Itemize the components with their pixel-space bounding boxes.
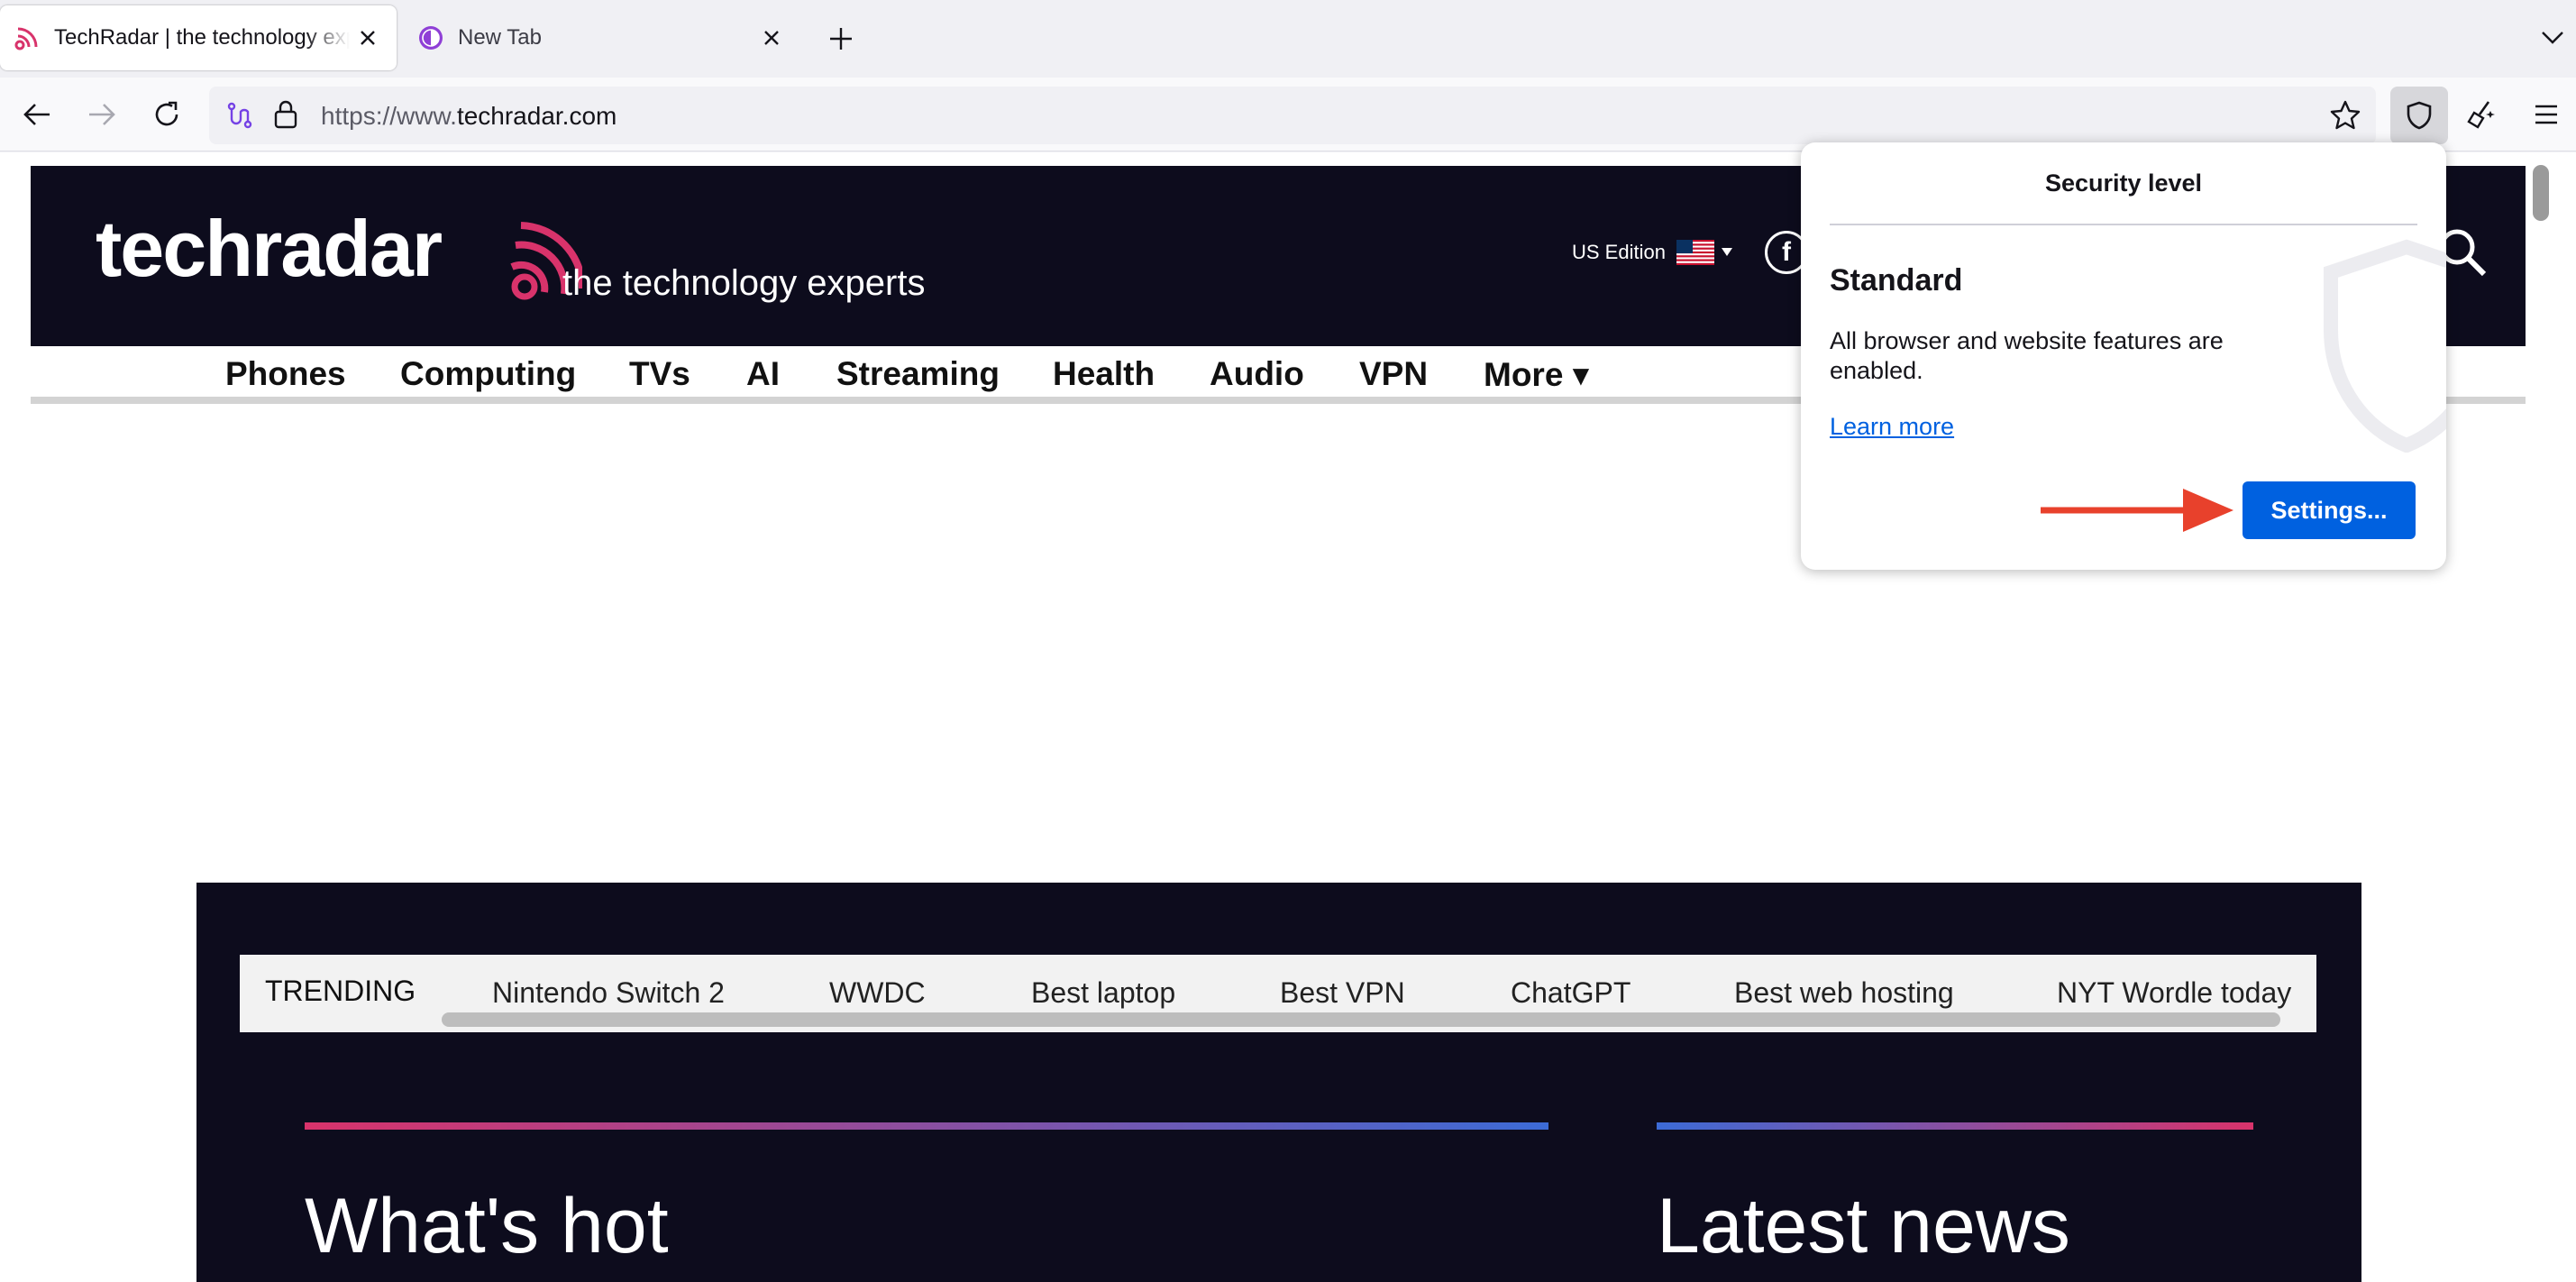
trending-bar: TRENDING Nintendo Switch 2 WWDC Best lap… bbox=[240, 955, 2316, 1032]
learn-more-link[interactable]: Learn more bbox=[1830, 413, 1954, 441]
security-level-name: Standard bbox=[1830, 263, 1963, 298]
navigation-toolbar: https://www.techradar.com bbox=[0, 78, 2576, 151]
back-button[interactable] bbox=[14, 92, 59, 137]
security-level-description: All browser and website features are ena… bbox=[1830, 327, 2224, 384]
trending-item[interactable]: NYT Wordle today bbox=[2057, 976, 2291, 1010]
shield-icon bbox=[2324, 239, 2446, 453]
reload-button[interactable] bbox=[144, 92, 189, 137]
tab-title: TechRadar | the technology experts bbox=[54, 25, 350, 50]
nav-more[interactable]: More ▾ bbox=[1484, 355, 1589, 394]
url-host: techradar.com bbox=[456, 102, 617, 130]
broom-sparkle-icon bbox=[2467, 101, 2495, 129]
us-flag-icon bbox=[1676, 240, 1714, 265]
logo-text: techradar bbox=[96, 213, 442, 293]
tab-title: New Tab bbox=[458, 25, 542, 50]
trending-scrollbar[interactable] bbox=[442, 1012, 2280, 1027]
reload-icon bbox=[155, 101, 178, 126]
url-bar[interactable]: https://www.techradar.com bbox=[209, 87, 2376, 144]
site-tagline: the technology experts bbox=[562, 263, 926, 303]
trending-item[interactable]: Best laptop bbox=[1031, 976, 1175, 1010]
page-scrollbar[interactable] bbox=[2533, 165, 2549, 221]
trending-label: TRENDING bbox=[265, 975, 416, 1007]
new-tab-button[interactable] bbox=[822, 20, 860, 58]
back-arrow-icon bbox=[23, 104, 50, 125]
tab-strip: TechRadar | the technology experts New T… bbox=[0, 0, 2576, 78]
close-icon[interactable] bbox=[754, 20, 790, 56]
chevron-down-icon bbox=[2542, 32, 2563, 44]
tor-circuit-icon[interactable] bbox=[225, 101, 254, 130]
nav-ai[interactable]: AI bbox=[746, 355, 780, 393]
annotation-arrow-icon bbox=[2041, 489, 2233, 532]
nav-audio[interactable]: Audio bbox=[1210, 355, 1304, 393]
url-text[interactable]: https://www.techradar.com bbox=[321, 102, 617, 131]
nav-tvs[interactable]: TVs bbox=[629, 355, 690, 393]
security-level-popup: Security level Standard All browser and … bbox=[1801, 142, 2446, 570]
shield-icon bbox=[2407, 101, 2432, 130]
bookmark-star-icon[interactable] bbox=[2329, 99, 2361, 132]
nav-health[interactable]: Health bbox=[1053, 355, 1155, 393]
latest-news-heading: Latest news bbox=[1657, 1183, 2070, 1269]
settings-button[interactable]: Settings... bbox=[2243, 481, 2416, 539]
techradar-logo[interactable]: techradar bbox=[96, 213, 582, 303]
trending-item[interactable]: WWDC bbox=[829, 976, 926, 1010]
nav-streaming[interactable]: Streaming bbox=[836, 355, 1000, 393]
security-level-button[interactable] bbox=[2390, 87, 2448, 144]
list-all-tabs-button[interactable] bbox=[2535, 20, 2571, 56]
whats-hot-heading: What's hot bbox=[305, 1183, 669, 1269]
plus-icon bbox=[830, 28, 852, 50]
divider bbox=[1830, 224, 2417, 225]
close-icon[interactable] bbox=[350, 20, 386, 56]
rss-icon bbox=[14, 27, 38, 50]
tor-onion-icon bbox=[419, 26, 443, 50]
forward-button[interactable] bbox=[79, 92, 124, 137]
trending-item[interactable]: Best web hosting bbox=[1734, 976, 1954, 1010]
popup-title: Security level bbox=[2044, 169, 2203, 197]
featured-section: TRENDING Nintendo Switch 2 WWDC Best lap… bbox=[196, 883, 2361, 1282]
edition-label: US Edition bbox=[1572, 241, 1666, 263]
nav-phones[interactable]: Phones bbox=[225, 355, 346, 393]
lock-icon[interactable] bbox=[272, 99, 299, 130]
url-prefix: https://www. bbox=[321, 102, 457, 130]
app-menu-button[interactable] bbox=[2524, 92, 2569, 137]
new-identity-button[interactable] bbox=[2459, 92, 2504, 137]
nav-vpn[interactable]: VPN bbox=[1359, 355, 1428, 393]
tab-new-tab[interactable]: New Tab bbox=[404, 5, 800, 70]
trending-item[interactable]: ChatGPT bbox=[1511, 976, 1631, 1010]
hamburger-menu-icon bbox=[2535, 105, 2557, 124]
trending-item[interactable]: Nintendo Switch 2 bbox=[492, 976, 725, 1010]
caret-down-icon bbox=[1721, 248, 1732, 256]
edition-selector[interactable]: US Edition bbox=[1572, 240, 1732, 265]
section-divider bbox=[1657, 1122, 2253, 1130]
trending-item[interactable]: Best VPN bbox=[1280, 976, 1405, 1010]
forward-arrow-icon bbox=[89, 104, 115, 125]
tab-techradar[interactable]: TechRadar | the technology experts bbox=[0, 5, 397, 70]
nav-computing[interactable]: Computing bbox=[400, 355, 576, 393]
section-divider bbox=[305, 1122, 1548, 1130]
